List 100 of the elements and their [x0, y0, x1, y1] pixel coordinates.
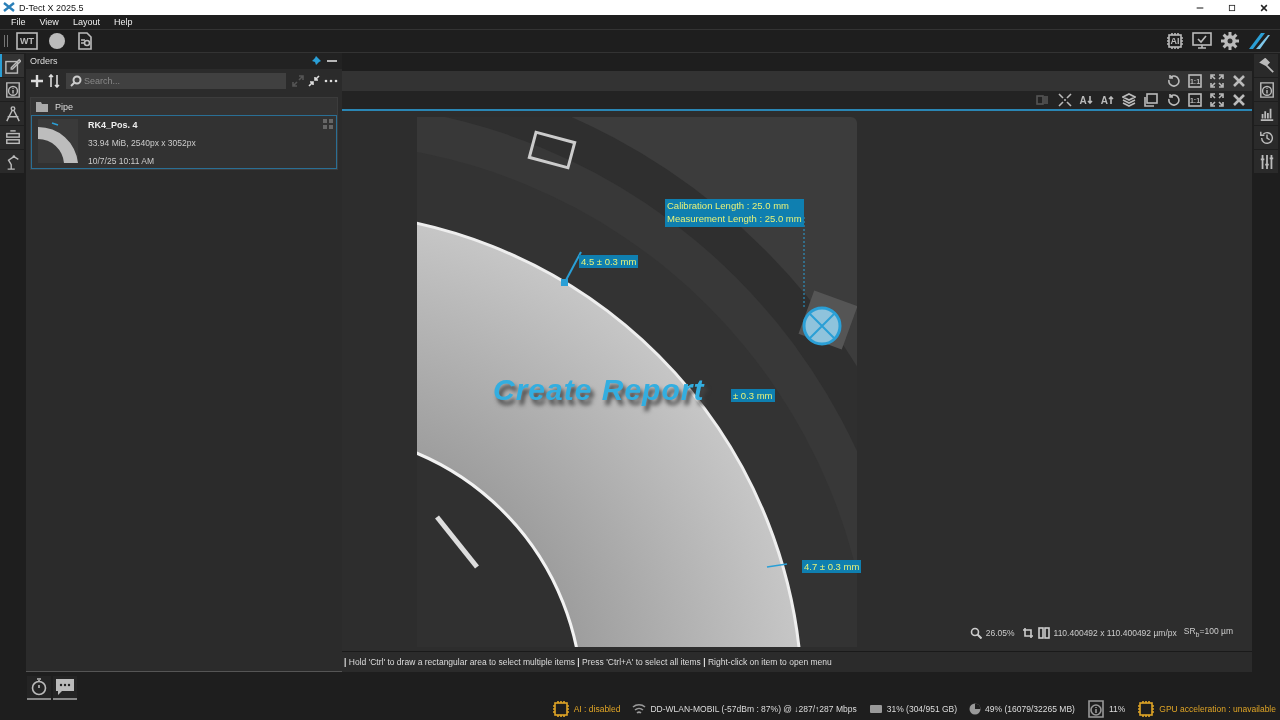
robot-arm-icon: [5, 153, 21, 170]
info-document-tab[interactable]: [0, 78, 24, 101]
resolution: SR$_{b}$=100 µm: [1183, 626, 1233, 639]
monitor-check-icon: [1192, 32, 1212, 50]
layers-icon: [1122, 93, 1136, 107]
wt-icon: [16, 32, 38, 50]
pixel-size: 110.400492 x 110.400492 µm/px: [1053, 627, 1177, 638]
rotate-icon: [1166, 74, 1180, 88]
search-field[interactable]: Search...: [66, 73, 286, 89]
info-document-icon: [1086, 700, 1105, 718]
compass-tab[interactable]: [0, 102, 24, 125]
arrow-up-icon: [1108, 96, 1114, 104]
close-icon: [1232, 74, 1246, 88]
status-text: 49% (16079/32265 MB): [985, 704, 1075, 714]
window-title: D-Tect X 2025.5: [19, 2, 84, 13]
menu-item[interactable]: Layout: [65, 17, 107, 27]
image-icon: [1144, 93, 1158, 107]
zoom-icon: [969, 626, 982, 639]
folder-icon: [35, 100, 49, 113]
status-text: GPU acceleration : unavailable: [1159, 704, 1276, 714]
chip-icon: [1137, 700, 1156, 718]
fullscreen-button[interactable]: [1208, 92, 1226, 108]
item-details: 33.94 MiB, 2540px x 3052px: [88, 138, 196, 148]
one-to-one-icon: [1188, 74, 1202, 88]
collapse-icon[interactable]: [308, 75, 320, 87]
close-icon: [1260, 3, 1268, 12]
panel-title: Orders: [30, 56, 58, 66]
gear-icon: [1220, 31, 1240, 51]
rotate-icon: [1166, 93, 1180, 107]
measurement-label: 4.7 ± 0.3 mm: [802, 560, 862, 573]
more-icon[interactable]: [324, 78, 338, 84]
arrow-down-button[interactable]: A: [1077, 92, 1095, 108]
fit-button[interactable]: [1055, 92, 1074, 108]
history-icon: [1259, 129, 1275, 146]
image-button[interactable]: [1142, 92, 1160, 108]
arrow-up-button[interactable]: A: [1098, 92, 1116, 108]
stack-icon: [5, 129, 21, 146]
sliders-icon: [1259, 153, 1275, 170]
menu-item[interactable]: File: [4, 17, 33, 27]
chip-icon: [551, 700, 570, 718]
zoom-level: 26.05%: [985, 627, 1015, 638]
edit-tab[interactable]: [0, 54, 24, 77]
chip-icon: [1166, 32, 1184, 50]
sliders-tab[interactable]: [1254, 150, 1278, 173]
stopwatch-icon: [30, 678, 48, 696]
close-icon: [1232, 93, 1246, 107]
report-icon: [76, 32, 94, 50]
hammer-icon: [1259, 57, 1275, 74]
chat-bubble-tab[interactable]: [53, 676, 77, 700]
wifi-icon: [632, 703, 647, 715]
item-title: RK4_Pos. 4: [88, 120, 139, 130]
close-button[interactable]: [1230, 92, 1248, 108]
status-text: 11%: [1108, 704, 1126, 714]
gear-button[interactable]: [1218, 31, 1242, 51]
scale-bar-icon: [1037, 626, 1050, 639]
measurement-label: ± 0.3 mm: [731, 389, 775, 402]
folder-label[interactable]: Pipe: [55, 101, 73, 112]
info-document-tab[interactable]: [1254, 78, 1278, 101]
fullscreen-icon: [1210, 93, 1224, 107]
layers-button[interactable]: [1120, 92, 1138, 108]
disc-icon: [46, 32, 68, 50]
wt-button[interactable]: WT: [14, 31, 40, 51]
monitor-check-button[interactable]: [1190, 31, 1214, 51]
image-item-card[interactable]: RK4_Pos. 4 33.94 MiB, 2540px x 3052px 10/7/25 10:11 AM: [31, 115, 337, 169]
image-thumbnail: [38, 119, 78, 163]
item-date: 10/7/25 10:11 AM: [88, 156, 155, 166]
info-document-icon: [5, 81, 21, 98]
stack-tab[interactable]: [0, 126, 24, 149]
robot-arm-tab[interactable]: [0, 150, 24, 173]
stopwatch-tab[interactable]: [27, 676, 51, 700]
status-text: 31% (304/951 GB): [886, 704, 958, 714]
add-icon[interactable]: [30, 74, 44, 88]
menu-item[interactable]: View: [32, 17, 66, 27]
maximize-icon: [1228, 3, 1236, 12]
pie-chart-icon: [969, 703, 982, 715]
fullscreen-icon: [1210, 74, 1224, 88]
arrow-down-icon: [1086, 96, 1093, 104]
fit-icon: [1057, 93, 1072, 107]
chat-bubble-icon: [55, 678, 75, 696]
chip-button[interactable]: AI: [1164, 31, 1186, 51]
history-tab[interactable]: [1254, 126, 1278, 149]
edit-icon: [5, 57, 21, 74]
fullscreen-button[interactable]: [1208, 73, 1226, 89]
menu-item[interactable]: Help: [106, 17, 140, 27]
hammer-tab[interactable]: [1254, 54, 1278, 77]
crop-icon: [1021, 626, 1034, 639]
calibration-label: Calibration Length : 25.0 mm Measurement Length : 25.0 mm: [665, 199, 804, 227]
hint-text: | Hold 'Ctrl' to draw a rectangular area to select multiple items | Press 'Ctrl+A' to select all items | Right-click on item to open menu: [342, 651, 1252, 672]
compare-icon: [1035, 93, 1050, 107]
bar-chart-tab[interactable]: [1254, 102, 1278, 125]
status-text: AI : disabled: [573, 704, 621, 714]
app-logo-icon: [3, 1, 15, 12]
one-to-one-icon: [1188, 93, 1202, 107]
pin-icon[interactable]: [310, 55, 322, 67]
measurement-label: 4.5 ± 0.3 mm: [579, 255, 639, 268]
close-button[interactable]: [1230, 73, 1248, 89]
compass-icon: [5, 105, 21, 122]
status-text: DD-WLAN-MOBIL (-57dBm : 87%) @ ↓287/↑287 Mbps: [650, 704, 857, 714]
info-document-icon: [1259, 81, 1275, 98]
sort-icon[interactable]: [48, 74, 60, 88]
